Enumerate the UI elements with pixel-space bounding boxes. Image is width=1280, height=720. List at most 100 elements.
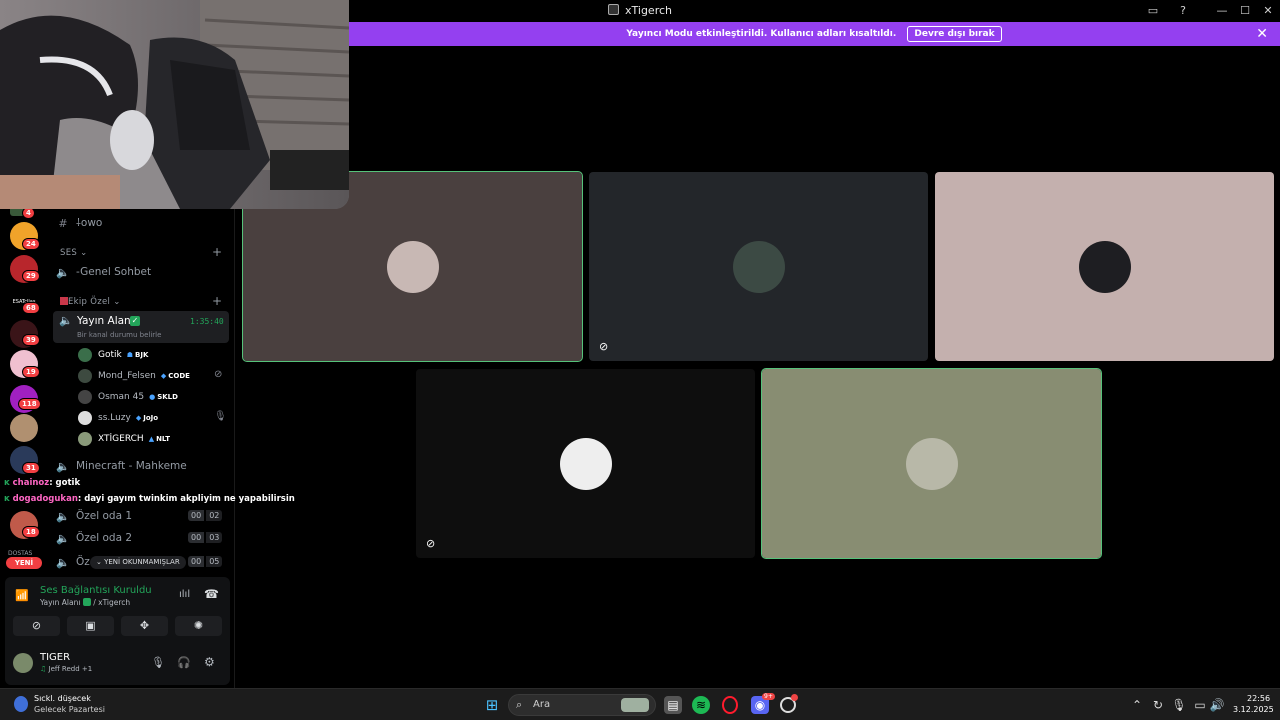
disable-streamer-mode-button[interactable]: Devre dışı bırak [907, 26, 1002, 42]
microphone-icon[interactable]: 🎙 [1170, 696, 1188, 714]
camera-off-button[interactable]: ⊘ [13, 616, 60, 636]
member-name: ss.Luzy [98, 413, 131, 423]
server-list: 4 24 29 ESATcllas 68 39 19 118 31 18 DOS… [0, 200, 48, 570]
voice-status-panel: 📶 Ses Bağlantısı Kuruldu Yayın Alanı / x… [5, 577, 230, 685]
check-icon [82, 598, 91, 606]
voice-member[interactable]: Osman 45 ● SKLD [78, 388, 178, 406]
avatar [1078, 240, 1131, 293]
search-placeholder: Ara [533, 699, 551, 710]
guild-tag-icon: ● [149, 393, 156, 401]
avatar [78, 390, 92, 404]
windows-start-icon[interactable]: ⊞ [483, 696, 501, 714]
minimize-button[interactable]: — [1211, 2, 1233, 20]
avatar [78, 369, 92, 383]
category-ses[interactable]: SES ⌄ [60, 248, 88, 258]
guild-tag-icon: ◆ [135, 414, 142, 422]
add-channel-icon[interactable]: + [212, 294, 222, 308]
guild-tag: ☗ BJK [127, 351, 149, 359]
voice-member[interactable]: ss.Luzy ◆ JoJo [78, 409, 158, 427]
chat-message: : gotik [49, 478, 81, 488]
text-channel-owo[interactable]: # ⸸owo [56, 214, 102, 232]
voice-location[interactable]: Yayın Alanı / xTigerch [40, 598, 130, 607]
voice-channel-yayin-alani[interactable]: 🔈 Yayın Alanı ✓ 1:35:40 Bir kanal durumu… [53, 311, 229, 343]
avatar[interactable] [13, 653, 33, 673]
disconnect-icon[interactable]: ☎ [204, 587, 219, 601]
activities-button[interactable]: ✥ [121, 616, 168, 636]
speaker-icon: 🔈 [59, 314, 73, 327]
chat-username: chainoz [12, 478, 50, 488]
weather-subtitle[interactable]: Gelecek Pazartesi [34, 705, 105, 714]
voice-channel-minecraft[interactable]: 🔈 Minecraft - Mahkeme [56, 457, 187, 475]
headphones-icon[interactable]: 🎧 [177, 656, 191, 669]
network-icon[interactable]: ▭ [1191, 696, 1209, 714]
server-icon[interactable] [10, 414, 38, 442]
video-tile[interactable] [935, 172, 1274, 361]
avatar [78, 432, 92, 446]
opera-icon[interactable] [722, 696, 738, 714]
speaker-icon: 🔈 [56, 459, 70, 473]
spotify-icon[interactable]: ≋ [692, 696, 710, 714]
voice-channel-ozel-2[interactable]: 🔈 Özel oda 2 [56, 529, 132, 547]
chevron-up-icon[interactable]: ⌃ [1128, 696, 1146, 714]
search-icon: ⌕ [516, 698, 523, 711]
voice-channel-ozel-3[interactable]: 🔈 Öz [56, 553, 90, 571]
avatar [78, 348, 92, 362]
hashtag-icon: # [58, 216, 68, 230]
task-view-icon[interactable]: ▤ [664, 696, 682, 714]
notification-dot [791, 694, 798, 701]
maximize-button[interactable]: ☐ [1234, 2, 1256, 20]
screen-share-button[interactable]: ▣ [67, 616, 114, 636]
new-unreads-button[interactable]: YENİ [6, 557, 42, 569]
guild-tag-label: CODE [168, 372, 190, 380]
avatar [732, 240, 785, 293]
chat-overlay-line: ĸ chainoz: gotik [4, 478, 80, 488]
voice-channel-genel[interactable]: 🔈 -Genel Sohbet [56, 263, 151, 281]
settings-gear-icon[interactable]: ⚙ [204, 655, 215, 669]
microphone-icon[interactable]: 🎙 [151, 656, 165, 669]
help-icon[interactable]: ? [1172, 2, 1194, 20]
clock-time[interactable]: 22:56 [1247, 694, 1270, 703]
streamer-mode-banner: Yayıncı Modu etkinleştirildi. Kullanıcı … [348, 22, 1280, 46]
inbox-icon[interactable]: ▭ [1142, 2, 1164, 20]
voice-member[interactable]: XTİGERCH ▲ NLT [78, 430, 170, 448]
music-icon: ♫ [40, 665, 49, 673]
channel-status-input[interactable]: Bir kanal durumu belirle [77, 331, 161, 339]
user-limit-badge: 00 03 [188, 532, 223, 543]
close-window-button[interactable]: ✕ [1257, 2, 1279, 20]
chevron-down-icon: ⌄ [96, 558, 105, 566]
add-channel-icon[interactable]: + [212, 245, 222, 259]
user-count: 00 [188, 556, 205, 567]
category-ekip-ozel[interactable]: Ekip Özel ⌄ [60, 297, 121, 307]
signal-icon[interactable]: 📶 [15, 589, 29, 602]
soundboard-button[interactable]: ✺ [175, 616, 222, 636]
sync-icon[interactable]: ↻ [1149, 696, 1167, 714]
banner-text: Yayıncı Modu etkinleştirildi. Kullanıcı … [626, 29, 897, 39]
user-count: 00 [188, 532, 205, 543]
user-count: 00 [188, 510, 205, 521]
category-label: Ekip Özel [68, 297, 111, 307]
mention-badge: 18 [22, 526, 40, 538]
voice-server-name: / xTigerch [93, 598, 131, 607]
video-tile[interactable]: ⊘ [589, 172, 928, 361]
guild-tag-icon: ◆ [160, 372, 167, 380]
voice-connected-label[interactable]: Ses Bağlantısı Kuruldu [40, 585, 152, 596]
new-unreads-pill[interactable]: ⌄ YENİ OKUNMAMIŞLAR [90, 556, 186, 569]
search-highlight-icon [621, 698, 649, 712]
weather-title[interactable]: Sıckl. düşecek [34, 694, 91, 703]
voice-member[interactable]: Mond_Felsen ◆ CODE [78, 367, 190, 385]
voice-member[interactable]: Gotik ☗ BJK [78, 346, 148, 364]
video-tile[interactable]: ⊘ [416, 369, 755, 558]
weather-icon[interactable] [14, 696, 28, 712]
voice-channel-ozel-1[interactable]: 🔈 Özel oda 1 [56, 507, 132, 525]
volume-icon[interactable]: 🔊 [1208, 696, 1226, 714]
clock-date[interactable]: 3.12.2025 [1233, 705, 1274, 714]
noise-suppression-icon[interactable]: ılıl [179, 589, 190, 600]
close-icon[interactable]: ✕ [1256, 22, 1268, 46]
speaker-icon: 🔈 [56, 555, 70, 569]
username[interactable]: TIGER [40, 652, 70, 663]
mention-badge: 29 [22, 270, 40, 282]
taskbar-search[interactable]: ⌕ Ara [508, 694, 656, 716]
guild-tag: ◆ JoJo [136, 414, 158, 422]
avatar [78, 411, 92, 425]
video-tile[interactable] [761, 368, 1102, 559]
